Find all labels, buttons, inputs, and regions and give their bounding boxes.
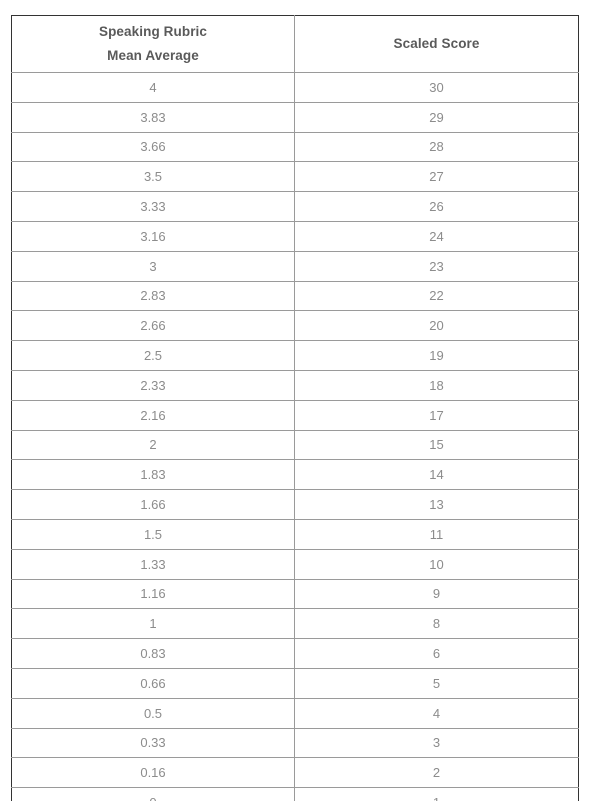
table-row: 1.66 13 <box>11 489 579 520</box>
cell-rubric-mean-average: 0.5 <box>11 698 295 729</box>
cell-rubric-mean-average: 2.83 <box>11 281 295 312</box>
cell-rubric-mean-average: 1.5 <box>11 519 295 550</box>
cell-rubric-mean-average: 3.83 <box>11 102 295 133</box>
cell-scaled-score: 26 <box>294 191 579 222</box>
cell-scaled-score: 14 <box>294 459 579 491</box>
cell-scaled-score: 3 <box>294 728 579 759</box>
cell-rubric-mean-average: 0 <box>11 787 295 801</box>
cell-scaled-score: 10 <box>294 549 579 580</box>
table-row: 2.5 19 <box>11 340 579 371</box>
cell-rubric-mean-average: 0.16 <box>11 757 295 789</box>
table-row: 2.66 20 <box>11 310 579 342</box>
cell-scaled-score: 18 <box>294 370 579 401</box>
cell-rubric-mean-average: 0.66 <box>11 668 295 699</box>
cell-scaled-score: 23 <box>294 251 579 282</box>
table-row: 18 <box>11 608 579 640</box>
table-row: 3.83 29 <box>11 102 579 133</box>
cell-scaled-score: 8 <box>294 608 579 640</box>
table-row: 3.16 24 <box>11 221 579 252</box>
table-row: 0.5 4 <box>11 698 579 729</box>
page-container: Speaking Rubric Mean Average Scaled Scor… <box>0 0 589 801</box>
cell-rubric-mean-average: 3.33 <box>11 191 295 222</box>
table-row: 2.16 17 <box>11 400 579 431</box>
table-row: 3.5 27 <box>11 161 579 193</box>
cell-rubric-mean-average: 2.66 <box>11 310 295 342</box>
speaking-rubric-score-conversion-table: Speaking Rubric Mean Average Scaled Scor… <box>11 15 579 801</box>
cell-scaled-score: 20 <box>294 310 579 342</box>
cell-scaled-score: 1 <box>295 788 579 801</box>
column-header-line-2: Mean Average <box>107 48 199 63</box>
table-row: 3 23 <box>11 251 579 282</box>
cell-rubric-mean-average: 3.66 <box>11 132 295 163</box>
table-row: 1.33 10 <box>11 549 579 580</box>
cell-rubric-mean-average: 4 <box>11 72 295 103</box>
table-row: 0.33 3 <box>11 728 579 759</box>
table-row: 4 30 <box>11 72 579 103</box>
cell-rubric-mean-average: 2.33 <box>11 370 295 401</box>
cell-scaled-score: 30 <box>294 72 579 103</box>
table-body: 4 30 3.83 29 3.66 28 3.5 27 3.33 26 3.16 24 3 23 2.83 2… <box>11 72 579 801</box>
cell-rubric-mean-average: 2.5 <box>11 340 295 371</box>
cell-scaled-score: 29 <box>294 102 579 133</box>
table-row: 3.66 28 <box>11 132 579 163</box>
cell-rubric-mean-average: 1.66 <box>11 489 295 520</box>
cell-rubric-mean-average: 2.16 <box>11 400 295 431</box>
cell-scaled-score: 2 <box>294 757 579 789</box>
table-row: 2.33 18 <box>11 370 579 401</box>
cell-scaled-score: 11 <box>294 519 579 550</box>
table-row: 1.83 14 <box>11 459 579 491</box>
cell-rubric-mean-average: 0.33 <box>11 728 295 759</box>
table-row: 2.83 22 <box>11 281 579 312</box>
cell-rubric-mean-average: 0.83 <box>11 638 295 669</box>
table-row: 0.16 2 <box>11 757 579 789</box>
cell-rubric-mean-average: 2 <box>11 430 295 461</box>
cell-scaled-score: 13 <box>294 489 579 520</box>
table-row: 2 15 <box>11 430 579 461</box>
table-row: 3.33 26 <box>11 191 579 222</box>
column-header-line-1: Speaking Rubric <box>98 24 208 40</box>
cell-rubric-mean-average: 1 <box>11 608 295 640</box>
cell-scaled-score: 19 <box>294 340 579 371</box>
cell-scaled-score: 24 <box>294 221 579 252</box>
cell-rubric-mean-average: 3.5 <box>11 161 295 193</box>
cell-scaled-score: 17 <box>294 400 579 431</box>
cell-scaled-score: 4 <box>294 698 579 729</box>
column-header-scaled-score: Scaled Score <box>294 15 579 73</box>
table-header: Speaking Rubric Mean Average Scaled Scor… <box>11 15 579 73</box>
column-header-speaking-rubric-mean-average: Speaking Rubric Mean Average <box>11 15 295 73</box>
cell-rubric-mean-average: 1.83 <box>11 459 295 491</box>
cell-scaled-score: 9 <box>294 579 579 610</box>
cell-scaled-score: 27 <box>294 161 579 193</box>
table-row: 1.16 9 <box>11 579 579 610</box>
cell-scaled-score: 5 <box>294 668 579 699</box>
cell-rubric-mean-average: 1.33 <box>11 549 295 580</box>
cell-scaled-score: 6 <box>294 638 579 669</box>
table-row: 01 <box>11 787 579 801</box>
header-row: Speaking Rubric Mean Average Scaled Scor… <box>11 15 579 73</box>
table-row: 1.5 11 <box>11 519 579 550</box>
cell-rubric-mean-average: 3 <box>11 251 295 282</box>
table-row: 0.66 5 <box>11 668 579 699</box>
cell-rubric-mean-average: 1.16 <box>11 579 295 610</box>
cell-rubric-mean-average: 3.16 <box>11 221 295 252</box>
cell-scaled-score: 28 <box>294 132 579 163</box>
cell-scaled-score: 22 <box>294 281 579 312</box>
table-row: 0.83 6 <box>11 638 579 669</box>
cell-scaled-score: 15 <box>294 430 579 461</box>
